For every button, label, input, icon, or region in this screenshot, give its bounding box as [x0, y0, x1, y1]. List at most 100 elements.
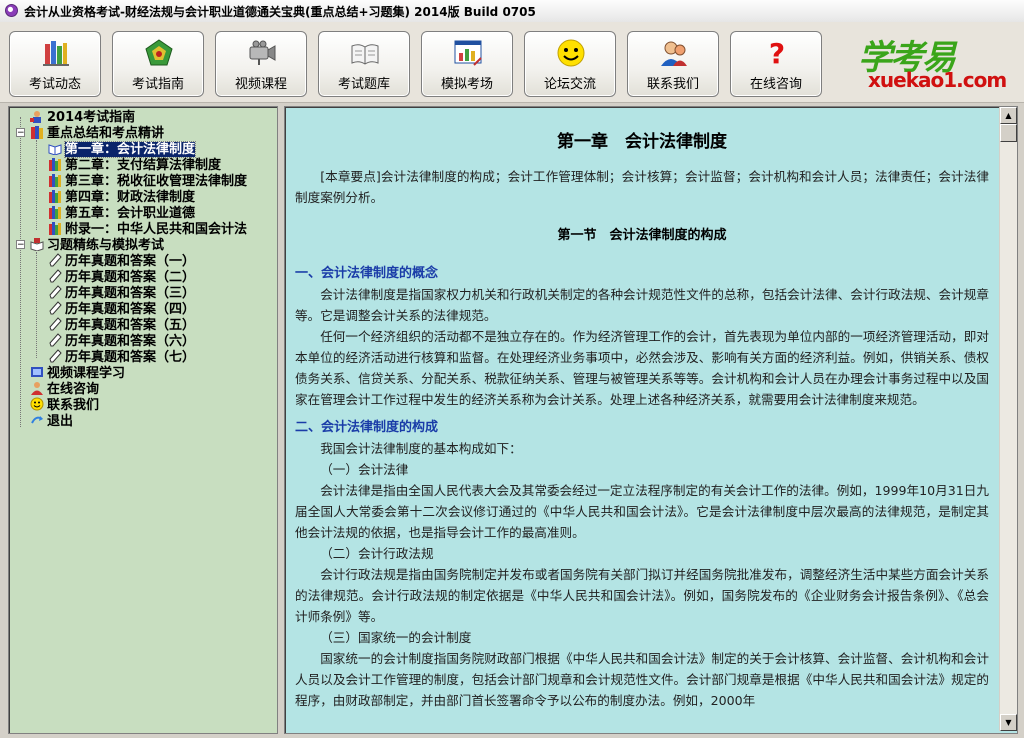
- toolbar-button-label: 考试指南: [131, 77, 184, 92]
- tree-item-label: 第一章：会计法律制度: [63, 141, 197, 158]
- toolbar-button-video-course[interactable]: 视频课程: [215, 31, 307, 97]
- document-body: 第一章 会计法律制度 [本章要点]会计法律制度的构成；会计工作管理体制；会计核算…: [295, 107, 989, 711]
- film-icon: [31, 367, 43, 377]
- paragraph: 会计法律制度是指国家权力机关和行政机关制定的各种会计规范性文件的总称，包括会计法…: [295, 287, 989, 323]
- toolbar-button-question-bank[interactable]: 考试题库: [318, 31, 410, 97]
- tree-item-label: 第四章：财政法律制度: [65, 190, 196, 205]
- collapse-toggle[interactable]: −: [16, 128, 25, 138]
- heading-structure: 二、会计法律制度的构成: [295, 420, 439, 435]
- tree-item-exit[interactable]: 退出: [30, 413, 73, 429]
- tree-item-past-exam-2[interactable]: 历年真题和答案（二）: [48, 269, 195, 285]
- subheading: （一）会计法律: [320, 462, 409, 477]
- tree-item-label: 第五章：会计职业道德: [65, 206, 196, 221]
- tree-item-past-exam-7[interactable]: 历年真题和答案（七）: [48, 349, 195, 365]
- toolbar-button-mock-exam[interactable]: 模拟考场: [421, 31, 513, 97]
- section-title: 第一节 会计法律制度的构成: [557, 228, 727, 243]
- book-icon: [49, 174, 61, 187]
- tree-item-label: 历年真题和答案（五）: [65, 318, 196, 333]
- toolbar-button-label: 论坛交流: [543, 77, 596, 92]
- app-icon: [5, 4, 18, 17]
- book-icon: [49, 190, 61, 203]
- pencil-icon: [49, 269, 62, 283]
- paragraph: 会计法律是指由全国人民代表大会及其常委会经过一定立法程序制定的有关会计工作的法律…: [295, 483, 989, 540]
- book-icon: [49, 222, 61, 235]
- paragraph: 任何一个经济组织的活动都不是独立存在的。作为经济管理工作的会计，首先表现为单位内…: [295, 329, 989, 407]
- key-points: [本章要点]会计法律制度的构成；会计工作管理体制；会计核算；会计监督；会计机构和…: [295, 169, 989, 205]
- chapter-title: 第一章 会计法律制度: [557, 132, 727, 152]
- tree-item-exam-guide-2014[interactable]: 2014考试指南: [30, 109, 135, 125]
- tree-item-label: 重点总结和考点精讲: [47, 126, 165, 141]
- tree-item-chapter-2[interactable]: 第二章：支付结算法律制度: [48, 157, 221, 173]
- paragraph: 国家统一的会计制度指国务院财政部门根据《中华人民共和国会计法》制定的关于会计核算…: [295, 651, 989, 708]
- document-viewer[interactable]: 第一章 会计法律制度 [本章要点]会计法律制度的构成；会计工作管理体制；会计核算…: [284, 106, 1018, 734]
- toolbar-button-label: 在线咨询: [749, 77, 802, 92]
- toolbar-button-label: 考试题库: [337, 77, 390, 92]
- tree-item-exercises[interactable]: 习题精练与模拟考试: [30, 237, 164, 253]
- toolbar: 考试动态 考试指南 视频课程 考试题库 模拟考场 论坛交流 联系我们 ? 在线咨…: [0, 22, 1024, 103]
- tree-item-appendix-1[interactable]: 附录一：中华人民共和国会计法: [48, 221, 247, 237]
- navigation-tree[interactable]: − − 2014考试指南 重点总结和考点精讲 第一章：会计法律制度 第二章：支付…: [8, 106, 278, 734]
- toolbar-button-label: 考试动态: [28, 77, 81, 92]
- tree-item-past-exam-3[interactable]: 历年真题和答案（三）: [48, 285, 195, 301]
- paragraph: 我国会计法律制度的基本构成如下：: [320, 441, 522, 456]
- pencil-icon: [49, 349, 62, 363]
- subheading: （三）国家统一的会计制度: [320, 630, 472, 645]
- tree-item-past-exam-6[interactable]: 历年真题和答案（六）: [48, 333, 195, 349]
- tree-item-past-exam-5[interactable]: 历年真题和答案（五）: [48, 317, 195, 333]
- toolbar-button-forum[interactable]: 论坛交流: [524, 31, 616, 97]
- pencil-icon: [49, 301, 62, 315]
- tree-item-key-summary[interactable]: 重点总结和考点精讲: [30, 125, 164, 141]
- collapse-toggle[interactable]: −: [16, 240, 25, 250]
- scroll-thumb[interactable]: [1000, 124, 1017, 142]
- tree-item-past-exam-4[interactable]: 历年真题和答案（四）: [48, 301, 195, 317]
- toolbar-button-label: 视频课程: [234, 77, 287, 92]
- chart-window-icon: [454, 40, 482, 66]
- guide-icon: [30, 111, 41, 123]
- tree-item-online-consult[interactable]: 在线咨询: [30, 381, 99, 397]
- toolbar-button-exam-news[interactable]: 考试动态: [9, 31, 101, 97]
- book-icon: [49, 206, 61, 219]
- pencil-icon: [49, 333, 62, 347]
- tree-item-chapter-1[interactable]: 第一章：会计法律制度: [48, 141, 197, 158]
- toolbar-button-label: 模拟考场: [440, 77, 493, 92]
- toolbar-button-online-consult[interactable]: ? 在线咨询: [730, 31, 822, 97]
- tree-item-past-exam-1[interactable]: 历年真题和答案（一）: [48, 253, 195, 269]
- brand-logo-en: xuekao1.com: [868, 68, 1007, 92]
- heading-concept: 一、会计法律制度的概念: [295, 266, 439, 281]
- scroll-down-button[interactable]: ▼: [1000, 714, 1017, 731]
- tree-item-label: 历年真题和答案（七）: [65, 350, 196, 365]
- tree-item-label: 历年真题和答案（三）: [65, 286, 196, 301]
- tree-item-label: 退出: [47, 414, 74, 429]
- tree-item-video-course[interactable]: 视频课程学习: [30, 365, 125, 381]
- video-camera-icon: [249, 40, 276, 65]
- person-icon: [31, 382, 43, 395]
- tree-item-chapter-5[interactable]: 第五章：会计职业道德: [48, 205, 195, 221]
- window-title: 会计从业资格考试-财经法规与会计职业道德通关宝典(重点总结+习题集) 2014版…: [24, 5, 536, 19]
- tree-item-label: 在线咨询: [47, 382, 100, 397]
- vertical-scrollbar[interactable]: ▲ ▼: [999, 107, 1017, 731]
- tree-item-contact-us[interactable]: 联系我们: [30, 397, 99, 413]
- tree-item-label: 第二章：支付结算法律制度: [65, 158, 222, 173]
- subheading: （二）会计行政法规: [320, 546, 434, 561]
- toolbar-button-contact-us[interactable]: 联系我们: [627, 31, 719, 97]
- pencil-icon: [49, 253, 62, 267]
- title-bar: 会计从业资格考试-财经法规与会计职业道德通关宝典(重点总结+习题集) 2014版…: [0, 0, 1024, 23]
- tree-item-label: 习题精练与模拟考试: [47, 238, 165, 253]
- books-icon: [31, 126, 43, 139]
- tree-item-label: 历年真题和答案（六）: [65, 334, 196, 349]
- svg-text:?: ?: [769, 38, 785, 68]
- open-book-icon: [351, 44, 379, 65]
- tree-line: [36, 140, 37, 230]
- tree-item-label: 2014考试指南: [47, 110, 136, 125]
- tree-item-chapter-3[interactable]: 第三章：税收征收管理法律制度: [48, 173, 247, 189]
- brand-logo: 学考易 xuekao1.com: [858, 30, 1007, 96]
- tree-item-label: 联系我们: [47, 398, 100, 413]
- smiley-icon: [30, 397, 44, 411]
- toolbar-button-exam-guide[interactable]: 考试指南: [112, 31, 204, 97]
- compass-icon: [145, 39, 173, 66]
- pencil-icon: [49, 317, 62, 331]
- pencil-icon: [49, 285, 62, 299]
- scroll-up-button[interactable]: ▲: [1000, 107, 1017, 124]
- tree-item-chapter-4[interactable]: 第四章：财政法律制度: [48, 189, 195, 205]
- exit-icon: [31, 416, 43, 424]
